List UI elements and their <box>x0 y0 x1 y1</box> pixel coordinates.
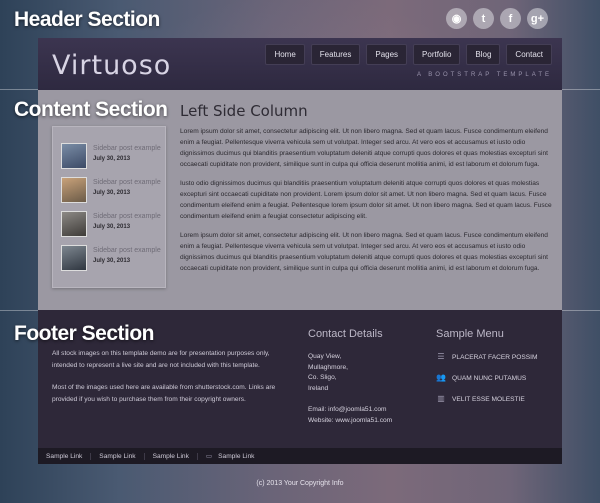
main-paragraph: Lorem ipsum dolor sit amet, consectetur … <box>180 232 548 272</box>
bar-chart-icon: ▥ <box>437 394 445 403</box>
post-thumbnail[interactable] <box>61 143 87 169</box>
sidebar-post-title[interactable]: Sidebar post example <box>93 213 161 220</box>
post-thumbnail[interactable] <box>61 177 87 203</box>
contact-address: Quay View, Mullaghmore, Co. Sligo, Irela… <box>308 352 418 394</box>
menu-item-velit[interactable]: ▥ VELIT ESSE MOLESTIE <box>436 395 556 403</box>
sidebar-post[interactable]: Sidebar post example July 30, 2013 <box>61 245 161 271</box>
content-section-label: Content Section <box>14 98 168 121</box>
footer-link[interactable]: Sample Link <box>145 452 198 460</box>
contact-email[interactable]: Email: info@joomla51.com <box>308 404 418 415</box>
contact-title: Contact Details <box>308 328 383 340</box>
sidebar-post[interactable]: Sidebar post example July 30, 2013 <box>61 211 161 237</box>
footer-about-text: All stock images on this template demo a… <box>52 350 270 369</box>
menu-item-placerat[interactable]: ☰ PLACERAT FACER POSSIM <box>436 353 556 361</box>
list-icon: ☰ <box>437 352 445 361</box>
site-header: Virtuoso Home Features Pages Portfolio B… <box>38 38 562 90</box>
sidebar-post-date: July 30, 2013 <box>93 224 131 230</box>
users-icon: 👥 <box>436 373 446 382</box>
sidebar-post-title[interactable]: Sidebar post example <box>93 145 161 152</box>
address-line: Ireland <box>308 384 329 392</box>
footer-menu: Sample Menu ☰ PLACERAT FACER POSSIM 👥 QU… <box>436 328 556 403</box>
nav-blog[interactable]: Blog <box>466 44 501 65</box>
post-thumbnail[interactable] <box>61 211 87 237</box>
nav-pages[interactable]: Pages <box>366 44 408 65</box>
address-line: Mullaghmore, <box>308 363 348 371</box>
contact-links: Email: info@joomla51.com Website: www.jo… <box>308 404 418 426</box>
main-column: Left Side Column Lorem ipsum dolor sit a… <box>180 102 552 282</box>
nav-home[interactable]: Home <box>265 44 305 65</box>
twitter-icon[interactable]: t <box>473 8 494 29</box>
footer-link-bar: Sample Link Sample Link Sample Link ▭ Sam… <box>38 448 562 464</box>
menu-item-label: QUAM NUNC PUTAMUS <box>452 374 527 382</box>
menu-item-label: VELIT ESSE MOLESTIE <box>452 395 525 403</box>
menu-title: Sample Menu <box>436 328 504 340</box>
main-paragraph: Lorem ipsum dolor sit amet, consectetur … <box>180 128 548 168</box>
main-heading: Left Side Column <box>180 102 308 120</box>
address-line: Co. Sligo, <box>308 374 337 381</box>
sidebar-panel: Sidebar post example July 30, 2013 Sideb… <box>52 126 166 288</box>
sidebar-post-title[interactable]: Sidebar post example <box>93 179 161 186</box>
content-area: Sidebar post example July 30, 2013 Sideb… <box>38 90 562 310</box>
menu-item-label: PLACERAT FACER POSSIM <box>452 353 538 361</box>
footer-about-text: Most of the images used here are availab… <box>52 384 276 403</box>
copyright: (c) 2013 Your Copyright Info <box>256 480 344 487</box>
googleplus-icon[interactable]: g+ <box>527 8 548 29</box>
footer-about: All stock images on this template demo a… <box>52 348 292 416</box>
sidebar-post-title[interactable]: Sidebar post example <box>93 247 161 254</box>
rss-icon[interactable]: ◉ <box>446 8 467 29</box>
footer-link[interactable]: Sample Link <box>91 452 145 460</box>
nav-features[interactable]: Features <box>310 44 361 65</box>
social-links: ◉ t f g+ <box>446 8 548 29</box>
sidebar-post-date: July 30, 2013 <box>93 156 131 162</box>
header-section-label: Header Section <box>14 8 160 31</box>
site-tagline: A BOOTSTRAP TEMPLATE <box>416 72 552 78</box>
sidebar-post-date: July 30, 2013 <box>93 258 131 264</box>
footer-contact: Contact Details Quay View, Mullaghmore, … <box>308 328 418 426</box>
nav-portfolio[interactable]: Portfolio <box>413 44 461 65</box>
main-nav: Home Features Pages Portfolio Blog Conta… <box>265 44 552 65</box>
sidebar-post-date: July 30, 2013 <box>93 190 131 196</box>
site-logo[interactable]: Virtuoso <box>52 50 171 81</box>
rss-small-icon: ▭ <box>205 453 213 460</box>
footer-section-label: Footer Section <box>14 322 155 345</box>
main-paragraph: Iusto odio dignissimos ducimus qui bland… <box>180 180 552 220</box>
contact-website[interactable]: Website: www.joomla51.com <box>308 415 418 426</box>
nav-contact[interactable]: Contact <box>506 44 552 65</box>
footer-link-label: Sample Link <box>218 453 255 460</box>
post-thumbnail[interactable] <box>61 245 87 271</box>
sidebar-post[interactable]: Sidebar post example July 30, 2013 <box>61 177 161 203</box>
menu-item-quam[interactable]: 👥 QUAM NUNC PUTAMUS <box>436 374 556 382</box>
facebook-icon[interactable]: f <box>500 8 521 29</box>
sidebar-post[interactable]: Sidebar post example July 30, 2013 <box>61 143 161 169</box>
footer-link-with-icon[interactable]: ▭ Sample Link <box>198 452 263 460</box>
footer-link[interactable]: Sample Link <box>38 452 92 460</box>
address-line: Quay View, <box>308 353 342 360</box>
